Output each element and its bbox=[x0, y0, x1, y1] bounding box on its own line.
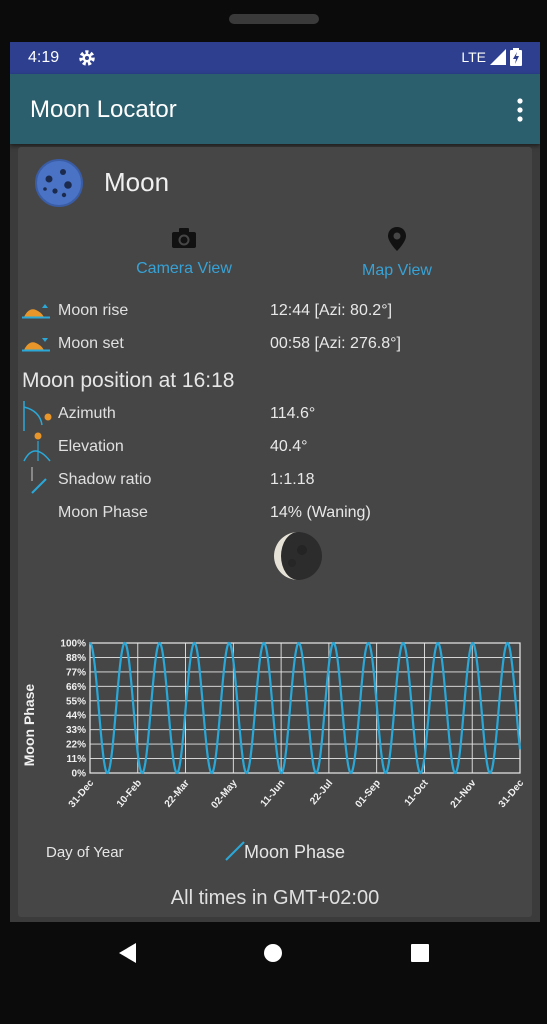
chart-y-tick-label: 22% bbox=[66, 740, 86, 751]
chart-y-tick-label: 88% bbox=[66, 653, 86, 664]
settings-gear-icon bbox=[76, 47, 98, 74]
chart-x-tick-label: 10-Feb bbox=[115, 778, 144, 810]
moon-set-value: 00:58 [Azi: 276.8°] bbox=[270, 335, 401, 352]
chart-x-tick-label: 22-Jul bbox=[308, 778, 335, 807]
app-title: Moon Locator bbox=[30, 96, 177, 123]
azimuth-value: 114.6° bbox=[270, 405, 316, 422]
legend-swatch-moon-phase bbox=[224, 840, 246, 867]
chart-y-ticks: 100% 88% 77% 66% 55% 44% 33% 22% 11% 0% bbox=[60, 639, 86, 780]
moon-icon bbox=[33, 157, 85, 214]
shadow-ratio-icon bbox=[28, 465, 48, 500]
map-view-label: Map View bbox=[362, 262, 432, 279]
chart-y-tick-label: 44% bbox=[66, 711, 86, 722]
chart-y-tick-label: 11% bbox=[67, 754, 87, 765]
position-title: Moon position at 16:18 bbox=[22, 369, 235, 392]
chart-x-tick-label: 01-Sep bbox=[353, 778, 383, 810]
azimuth-label: Azimuth bbox=[58, 405, 116, 422]
moon-phase-image bbox=[272, 530, 324, 587]
chart-y-tick-label: 33% bbox=[66, 725, 86, 736]
moon-rise-icon bbox=[22, 304, 50, 325]
moon-rise-value: 12:44 [Azi: 80.2°] bbox=[270, 302, 393, 319]
moon-phase-value: 14% (Waning) bbox=[270, 504, 371, 521]
moon-set-label: Moon set bbox=[58, 335, 124, 352]
battery-icon bbox=[510, 48, 522, 66]
chart-ylabel: Moon Phase bbox=[21, 684, 37, 767]
network-type: LTE bbox=[461, 49, 486, 65]
status-indicators: LTE bbox=[461, 48, 522, 66]
moon-set-icon bbox=[22, 337, 50, 358]
map-view-button[interactable]: Map View bbox=[317, 227, 477, 280]
status-bar: 4:19 LTE bbox=[10, 42, 540, 74]
chart-y-tick-label: 0% bbox=[72, 769, 87, 780]
camera-view-button[interactable]: Camera View bbox=[104, 227, 264, 278]
elevation-icon bbox=[22, 431, 52, 468]
moon-rise-label: Moon rise bbox=[58, 302, 129, 319]
status-time: 4:19 bbox=[28, 49, 60, 66]
signal-icon bbox=[490, 49, 506, 65]
chart-x-tick-label: 31-Dec bbox=[67, 778, 97, 811]
app-bar: Moon Locator bbox=[10, 74, 540, 144]
camera-icon bbox=[104, 227, 264, 254]
chart-y-tick-label: 55% bbox=[66, 696, 86, 707]
screen: 4:19 LTE Moon Locator Moon Camera View M… bbox=[10, 42, 540, 922]
camera-view-label: Camera View bbox=[136, 260, 232, 277]
chart-x-tick-label: 11-Oct bbox=[403, 777, 432, 808]
chart-x-tick-label: 21-Nov bbox=[449, 778, 479, 811]
navigation-bar bbox=[0, 922, 547, 982]
recents-icon[interactable] bbox=[410, 943, 430, 968]
moon-title: Moon bbox=[104, 167, 170, 197]
chart-x-tick-label: 02-May bbox=[209, 778, 240, 811]
elevation-value: 40.4° bbox=[270, 438, 308, 455]
timezone-footer: All times in GMT+02:00 bbox=[170, 887, 380, 909]
back-icon[interactable] bbox=[118, 942, 138, 969]
chart-y-tick-label: 66% bbox=[66, 682, 86, 693]
chart-y-tick-label: 100% bbox=[60, 639, 86, 650]
moon-phase-chart: Moon Phase 100% 88% 77% 66% 55% 44% 33% 22% 11% 0… bbox=[21, 639, 527, 811]
map-pin-icon bbox=[317, 227, 477, 256]
legend-label-moon-phase: Moon Phase bbox=[244, 842, 346, 862]
chart-series-moon-phase bbox=[89, 641, 522, 775]
elevation-label: Elevation bbox=[58, 438, 124, 455]
moon-phase-label: Moon Phase bbox=[58, 504, 148, 521]
chart-x-ticks: 31-Dec 10-Feb 22-Mar 02-May 11-Jun 22-Jul 01-S… bbox=[67, 777, 527, 811]
moon-info-card: Moon Camera View Map View Moon rise 12:4… bbox=[18, 147, 532, 917]
phone-frame: 4:19 LTE Moon Locator Moon Camera View M… bbox=[0, 0, 547, 1024]
chart-x-tick-label: 11-Jun bbox=[259, 778, 288, 809]
chart-x-tick-label: 31-Dec bbox=[497, 778, 527, 811]
home-icon[interactable] bbox=[263, 943, 283, 968]
shadow-ratio-value: 1:1.18 bbox=[270, 471, 315, 488]
chart-y-tick-label: 77% bbox=[66, 667, 86, 678]
chart-xlabel: Day of Year bbox=[46, 844, 124, 861]
chart-x-tick-label: 22-Mar bbox=[163, 778, 192, 810]
shadow-ratio-label: Shadow ratio bbox=[58, 471, 152, 488]
overflow-menu-icon[interactable] bbox=[516, 98, 524, 127]
phone-speaker bbox=[229, 14, 319, 24]
